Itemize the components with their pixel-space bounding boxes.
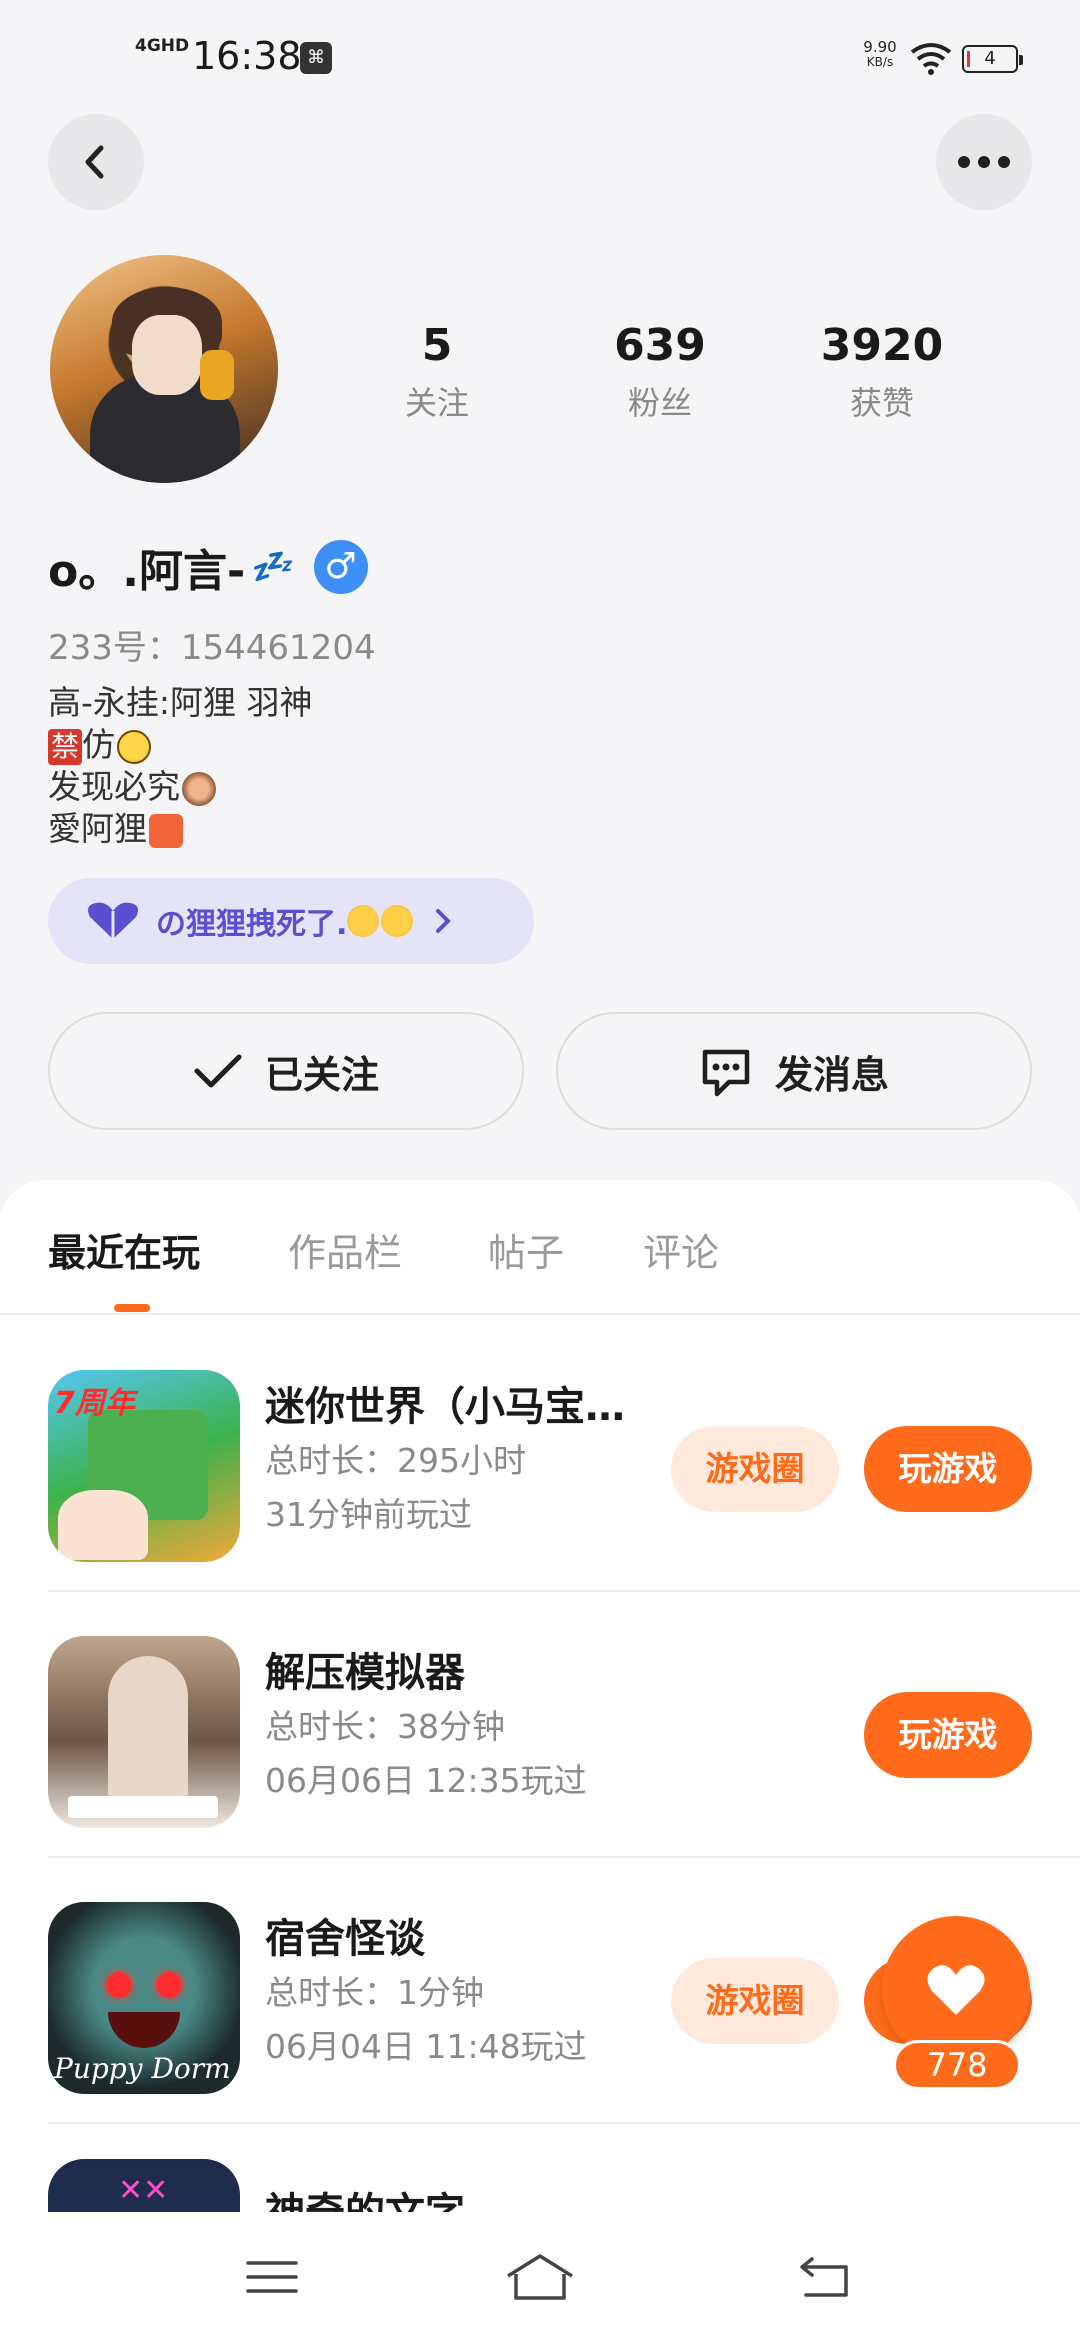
username: o。.阿言- 💤 ♂ [48, 535, 368, 599]
heart-icon [927, 1965, 985, 2015]
game-name: 解压模拟器 [265, 1650, 465, 1696]
likes-count: 3920 [820, 320, 944, 371]
following-count: 5 [421, 320, 453, 371]
tv-icon [149, 813, 183, 848]
avatar[interactable] [50, 255, 278, 483]
user-id: 233号：154461204 [48, 628, 376, 668]
game-last-played: 06月04日 11:48玩过 [265, 2027, 587, 2066]
speed-unit: KB/s [866, 55, 894, 69]
game-icon-mini-world: 7周年 [48, 1370, 240, 1562]
username-text: o。.阿言- [48, 546, 246, 597]
system-nav-bar [0, 2212, 1080, 2340]
game-icon-dorm: Puppy Dorm [48, 1902, 240, 2094]
chevron-right-icon [436, 909, 452, 933]
followed-button[interactable]: 已关注 [48, 1012, 524, 1130]
game-name: 迷你世界（小马宝莉联动） [265, 1384, 655, 1430]
purple-heart-icon [88, 902, 138, 939]
game-row-words[interactable]: ✕✕ 神奇的文字 [0, 2124, 1080, 2212]
group-badge[interactable]: の狸狸拽死了. [48, 878, 534, 964]
bio-line-2-text: 仿 [82, 725, 116, 764]
play-game-button[interactable]: 玩游戏 [864, 1426, 1032, 1512]
anniversary-badge: 7周年 [54, 1386, 135, 1421]
followed-label: 已关注 [264, 1052, 379, 1097]
speed-value: 9.90 [863, 38, 897, 56]
chat-bubble-icon [702, 1049, 750, 1097]
menu-icon [246, 2261, 298, 2293]
game-duration: 总时长：1分钟 [265, 1973, 484, 2012]
tab-divider [0, 1313, 1080, 1315]
game-icon-words: ✕✕ [48, 2159, 240, 2212]
group-name: の狸狸拽死了. [156, 907, 348, 942]
stat-following[interactable]: 5 关注 [352, 320, 522, 424]
sad-face-icon [381, 905, 414, 937]
stat-likes[interactable]: 3920 获赞 [797, 320, 967, 424]
game-duration: 总时长：38分钟 [265, 1707, 505, 1746]
menu-button[interactable] [232, 2242, 312, 2312]
tab-indicator [114, 1304, 150, 1312]
bio-line-4-text: 愛阿狸 [48, 809, 147, 848]
male-gender-icon: ♂ [313, 540, 368, 594]
sleep-icon: 💤 [249, 547, 292, 587]
bio-line-4: 愛阿狸 [48, 808, 313, 850]
fans-label: 粉丝 [627, 384, 692, 422]
game-name: 宿舍怪谈 [265, 1916, 425, 1962]
bio-line-2: 禁仿 [48, 724, 313, 766]
stat-fans[interactable]: 639 粉丝 [575, 320, 745, 424]
monkey-icon [182, 771, 216, 806]
back-nav-button[interactable] [784, 2242, 864, 2312]
back-arrow-icon [85, 145, 104, 179]
bio: 高-永挂:阿狸 羽神 禁仿 发现必究 愛阿狸 [48, 682, 313, 850]
tab-posts[interactable]: 帖子 [488, 1222, 564, 1277]
back-button[interactable] [48, 114, 144, 210]
checkmark-icon [194, 1054, 242, 1088]
network-speed: 9.90 KB/s [855, 40, 905, 70]
status-time: 16:38 [192, 34, 302, 78]
game-duration: 总时长：295小时 [265, 1441, 526, 1480]
wifi-icon [910, 43, 952, 75]
message-label: 发消息 [774, 1052, 889, 1097]
likes-label: 获赞 [849, 384, 914, 422]
tab-comments[interactable]: 评论 [643, 1222, 719, 1277]
following-label: 关注 [404, 384, 469, 422]
game-last-played: 06月06日 12:35玩过 [265, 1761, 587, 1800]
game-name: 神奇的文字 [265, 2180, 655, 2212]
icon-caption: Puppy Dorm [54, 2052, 231, 2085]
game-icon-decompress [48, 1636, 240, 1828]
home-button[interactable] [500, 2242, 580, 2312]
more-dots-icon [958, 156, 1010, 168]
play-game-button[interactable]: 玩游戏 [864, 1692, 1032, 1778]
app-notification-icon: ⌘ [300, 42, 332, 74]
message-button[interactable]: 发消息 [556, 1012, 1032, 1130]
like-count: 778 [893, 2040, 1021, 2090]
game-row-decompress[interactable]: 解压模拟器 总时长：38分钟 06月06日 12:35玩过 玩游戏 [0, 1592, 1080, 1858]
network-indicator: 4GHD [135, 36, 190, 56]
bio-line-3-text: 发现必究 [48, 767, 180, 806]
ban-tag: 禁 [48, 729, 83, 765]
game-circle-button[interactable]: 游戏圈 [671, 1958, 839, 2044]
game-circle-button[interactable]: 游戏圈 [671, 1426, 839, 1512]
battery-icon: 4 [962, 45, 1023, 73]
home-icon [507, 2254, 573, 2300]
bio-line-3: 发现必究 [48, 766, 313, 808]
back-nav-icon [800, 2257, 848, 2297]
game-row-mini-world[interactable]: 7周年 迷你世界（小马宝莉联动） 总时长：295小时 31分钟前玩过 游戏圈 玩… [0, 1326, 1080, 1592]
tab-recently-played[interactable]: 最近在玩 [48, 1222, 200, 1277]
more-button[interactable] [936, 114, 1032, 210]
game-last-played: 31分钟前玩过 [265, 1495, 472, 1534]
tab-works[interactable]: 作品栏 [288, 1222, 402, 1277]
bio-line-1: 高-永挂:阿狸 羽神 [48, 683, 313, 722]
angel-smile-icon [117, 729, 152, 764]
fans-count: 639 [614, 320, 706, 371]
sleepy-face-icon [347, 905, 380, 937]
status-bar: 4GHD 16:38 ⌘ 9.90 KB/s 4 [0, 0, 1080, 110]
